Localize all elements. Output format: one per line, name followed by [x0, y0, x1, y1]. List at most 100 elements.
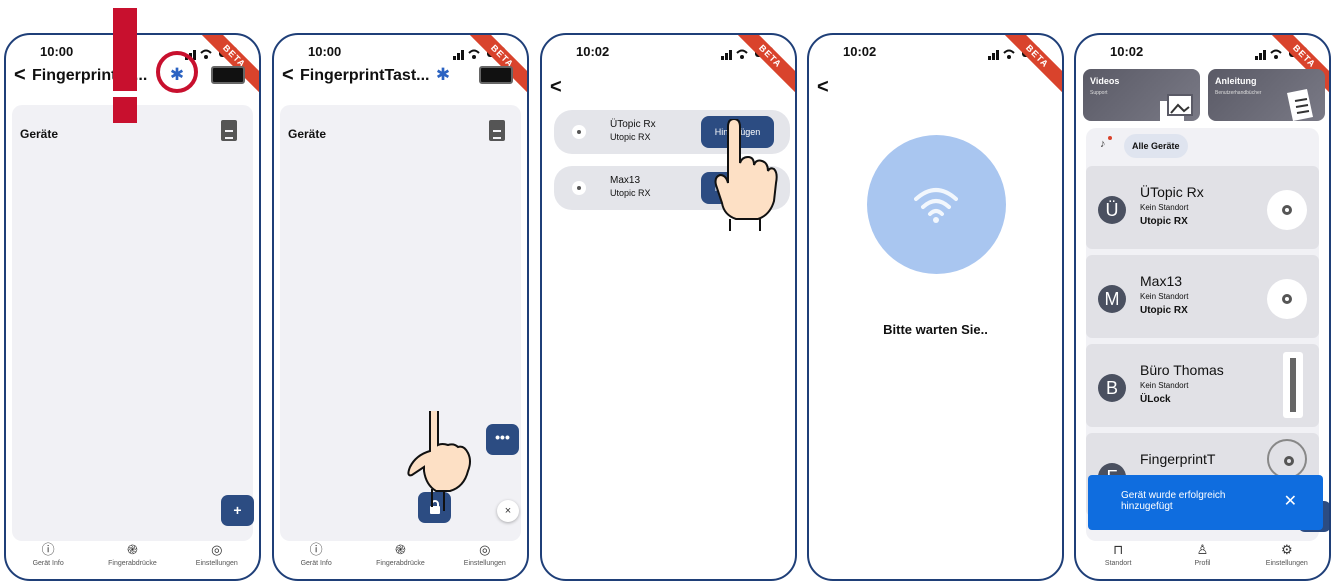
- settings-icon: ◎: [479, 542, 491, 557]
- back-button[interactable]: <: [282, 65, 294, 85]
- nav-label: Einstellungen: [195, 560, 238, 567]
- nav-label: Gerät Info: [32, 560, 64, 567]
- device-name: Max13: [610, 175, 641, 186]
- avatar: Ü: [1098, 196, 1126, 224]
- gear-icon: ⚙: [1280, 542, 1293, 557]
- status-time: 10:02: [1110, 44, 1144, 59]
- nav-label: Einstellungen: [1265, 560, 1308, 567]
- back-button[interactable]: <: [14, 65, 26, 85]
- wifi-icon: [914, 188, 958, 223]
- lock-type: ÜLock: [1140, 394, 1171, 405]
- status-time: 10:00: [40, 44, 74, 59]
- nav-label: Fingerabdrücke: [108, 560, 157, 567]
- nav-geraet-info[interactable]: ⓘ Gerät Info: [8, 542, 88, 568]
- videos-card[interactable]: Videos Support: [1083, 69, 1200, 121]
- fingerprint-icon: ֎: [395, 542, 406, 557]
- bottom-nav: ⓘ Gerät Info ֎ Fingerabdrücke ◎ Einstellung…: [274, 539, 527, 579]
- nav-standort[interactable]: ⊓ Standort: [1078, 542, 1158, 568]
- exclamation-annotation-dot: [113, 97, 137, 123]
- lock-card[interactable]: Ü ÜTopic Rx Kein Standort Utopic RX: [1086, 166, 1319, 249]
- lock-card[interactable]: B Büro Thomas Kein Standort ÜLock: [1086, 344, 1319, 427]
- close-button[interactable]: ×: [497, 500, 519, 522]
- searching-wifi-circle: [867, 135, 1006, 274]
- document-icon[interactable]: [489, 120, 505, 141]
- device-model: Utopic RX: [610, 132, 651, 142]
- nav-fingerabdruecke[interactable]: ֎ Fingerabdrücke: [92, 543, 172, 568]
- beta-ribbon: BETA: [732, 35, 795, 94]
- wait-message: Bitte warten Sie..: [883, 322, 988, 337]
- nav-einstellungen[interactable]: ◎ Einstellungen: [445, 542, 525, 568]
- phone-screen-5: 10:02 BETA Videos Support Anleitung Benu…: [1074, 33, 1331, 581]
- bluetooth-icon[interactable]: ✱: [432, 64, 454, 86]
- status-time: 10:02: [843, 44, 877, 59]
- bell-icon[interactable]: ♪: [1100, 138, 1106, 150]
- close-icon[interactable]: ✕: [1284, 491, 1297, 511]
- signal-wifi-icon: [721, 49, 748, 60]
- images-icon: [1160, 94, 1193, 121]
- lock-name: Max13: [1140, 273, 1183, 289]
- device-icon: [572, 125, 586, 139]
- pointing-hand-icon: [407, 411, 471, 511]
- signal-wifi-icon: [1255, 49, 1282, 60]
- device-icon: [572, 181, 586, 195]
- lock-location: Kein Standort: [1140, 381, 1189, 390]
- nav-label: Standort: [1104, 560, 1132, 567]
- success-toast: Gerät wurde erfolgreich hinzugefügt ✕: [1088, 475, 1323, 530]
- nav-label: Gerät Info: [300, 560, 332, 567]
- cylinder-lock-icon: [1267, 190, 1307, 230]
- beta-ribbon: BETA: [999, 35, 1062, 94]
- toast-message: Gerät wurde erfolgreich hinzugefügt: [1121, 490, 1226, 512]
- phone-screen-2: 10:00 BETA < FingerprintTast... ✱ Geräte…: [272, 33, 529, 581]
- avatar: M: [1098, 285, 1126, 313]
- avatar: B: [1098, 374, 1126, 402]
- back-button[interactable]: <: [550, 77, 562, 97]
- nav-einstellungen[interactable]: ◎ Einstellungen: [177, 542, 257, 568]
- exclamation-annotation-bar: [113, 8, 137, 91]
- nav-label: Fingerabdrücke: [376, 560, 425, 567]
- devices-heading: Geräte: [20, 127, 59, 141]
- phone-screen-3: 10:02 BETA < ÜTopic Rx Utopic RX Hinzufü…: [540, 33, 797, 581]
- nav-fingerabdruecke[interactable]: ֎ Fingerabdrücke: [360, 542, 440, 568]
- more-fab-button[interactable]: •••: [486, 424, 519, 455]
- status-time: 10:02: [576, 44, 610, 59]
- profile-icon: ♙: [1196, 542, 1209, 557]
- devices-panel: Geräte ••• ×: [280, 105, 521, 541]
- filter-chip[interactable]: Alle Geräte: [1124, 134, 1188, 158]
- nav-geraet-info[interactable]: ⓘ Gerät Info: [276, 542, 356, 568]
- nav-profil[interactable]: ♙ Profil: [1162, 542, 1242, 568]
- bookmark-icon: ⊓: [1113, 542, 1124, 557]
- signal-wifi-icon: [988, 49, 1015, 60]
- add-fab-button[interactable]: +: [221, 495, 254, 526]
- lock-name: FingerprintT: [1140, 451, 1216, 467]
- nav-label: Einstellungen: [463, 560, 506, 567]
- card-subtitle: Benutzerhandbücher: [1215, 90, 1262, 96]
- lock-card[interactable]: M Max13 Kein Standort Utopic RX: [1086, 255, 1319, 338]
- settings-icon: ◎: [211, 542, 223, 557]
- door-lock-icon: [1283, 352, 1303, 418]
- fingerprint-lock-icon: [1267, 439, 1307, 479]
- pointing-hand-icon: [714, 119, 778, 231]
- anleitung-card[interactable]: Anleitung Benutzerhandbücher: [1208, 69, 1325, 121]
- phone-screen-4: 10:02 BETA < Bitte warten Sie..: [807, 33, 1064, 581]
- card-title: Videos: [1090, 76, 1120, 86]
- lock-name: ÜTopic Rx: [1140, 184, 1204, 200]
- nav-label: Profil: [1194, 560, 1211, 567]
- document-icon[interactable]: [221, 120, 237, 141]
- nav-einstellungen[interactable]: ⚙ Einstellungen: [1247, 542, 1327, 568]
- battery-status-box: [479, 66, 513, 84]
- notification-dot: [1108, 136, 1112, 140]
- device-model: Utopic RX: [610, 188, 651, 198]
- info-icon: ⓘ: [41, 542, 55, 557]
- lock-name: Büro Thomas: [1140, 362, 1224, 378]
- signal-wifi-icon: [453, 49, 480, 60]
- status-time: 10:00: [308, 44, 342, 59]
- info-icon: ⓘ: [309, 542, 323, 557]
- top-bar: < FingerprintTast... ✱: [274, 61, 527, 91]
- lock-type: Utopic RX: [1140, 305, 1188, 316]
- battery-status-box: [211, 66, 245, 84]
- card-subtitle: Support: [1090, 90, 1108, 96]
- back-button[interactable]: <: [817, 77, 829, 97]
- manual-icon: [1287, 89, 1313, 121]
- devices-heading: Geräte: [288, 127, 327, 141]
- device-name: ÜTopic Rx: [610, 119, 656, 130]
